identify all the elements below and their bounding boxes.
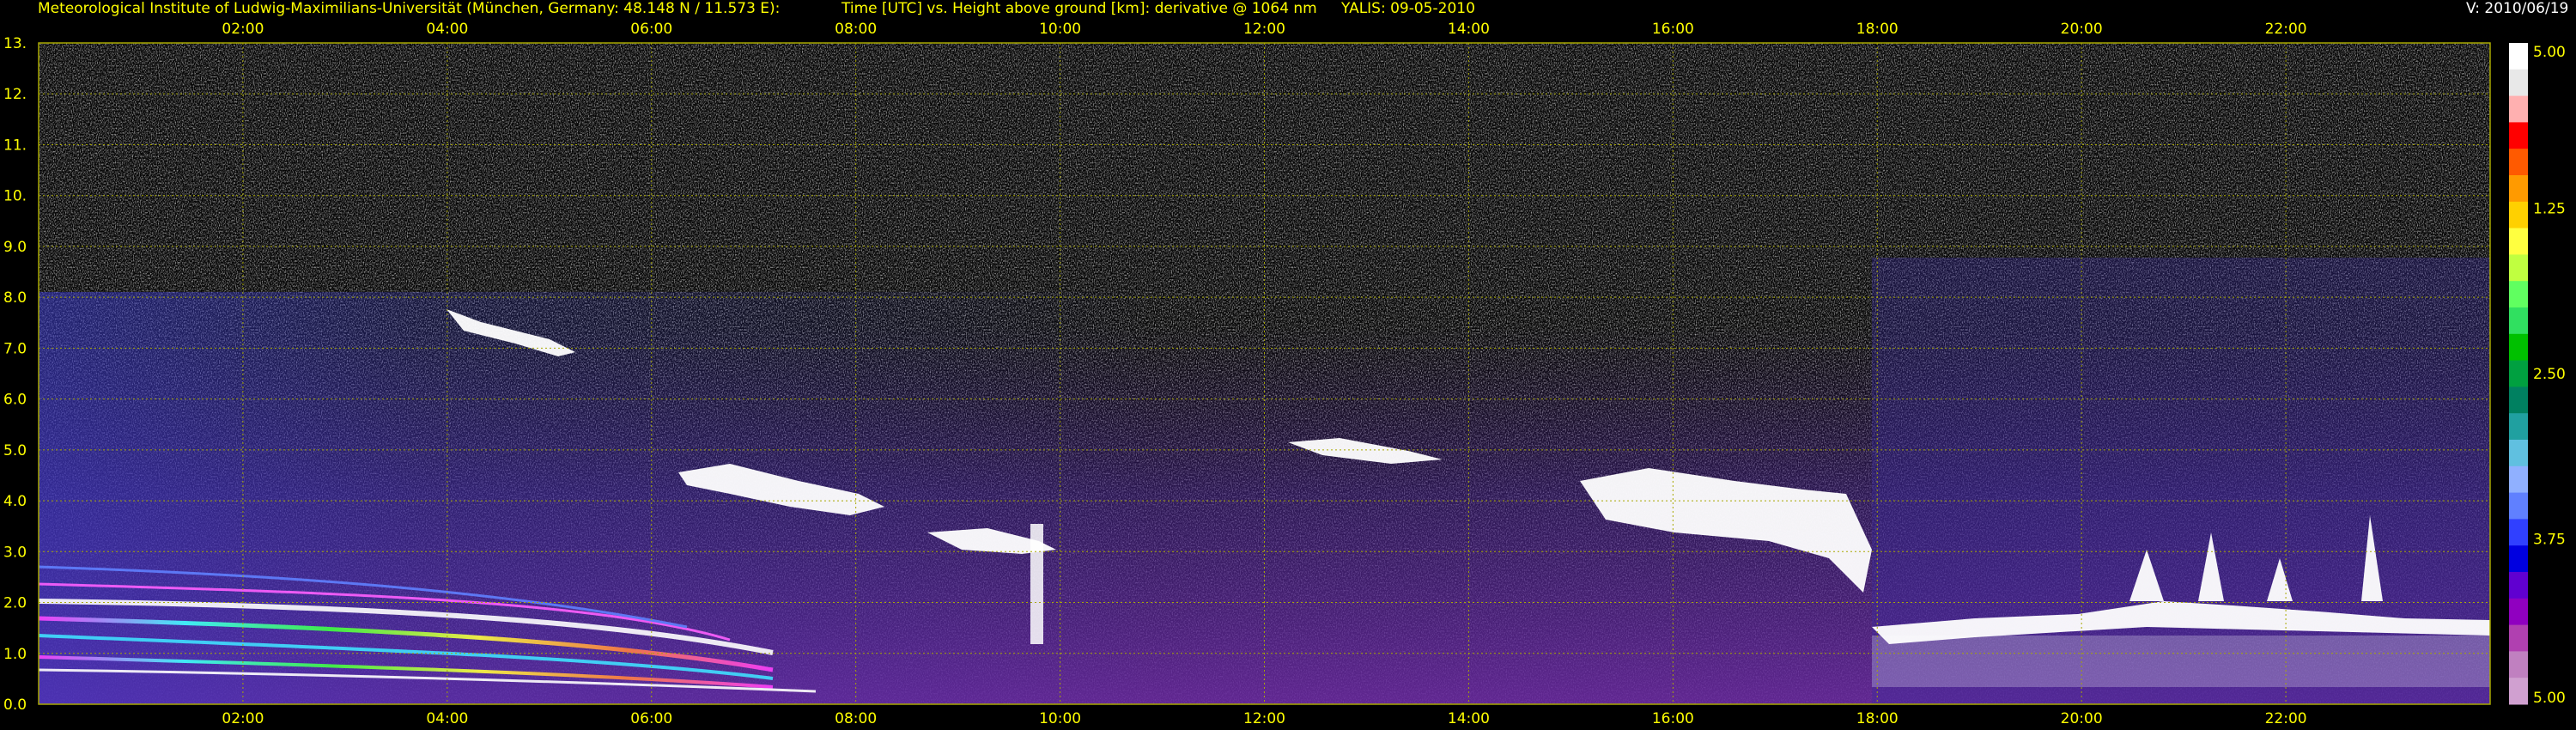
colorbar-segment bbox=[2509, 175, 2528, 203]
colorbar-segment bbox=[2509, 307, 2528, 335]
colorbar-segment bbox=[2509, 149, 2528, 176]
x-tick-label-bottom: 22:00 bbox=[2265, 710, 2307, 727]
y-tick-label: 6.0 bbox=[3, 392, 27, 409]
colorbar-segment bbox=[2509, 440, 2528, 467]
x-tick-label-top: 12:00 bbox=[1243, 21, 1285, 38]
colorbar-segment bbox=[2509, 386, 2528, 414]
x-tick-label-bottom: 16:00 bbox=[1652, 710, 1694, 727]
version-label: V: 2010/06/19 bbox=[2466, 0, 2569, 17]
colorbar bbox=[2509, 43, 2528, 705]
colorbar-segment bbox=[2509, 598, 2528, 626]
y-tick-label: 1.0 bbox=[3, 646, 27, 663]
x-axis-top: 02:00 04:00 06:00 08:00 10:00 12:00 14:00 16:00… bbox=[222, 21, 2306, 38]
y-tick-label: 9.0 bbox=[3, 239, 27, 256]
y-tick-label: 10. bbox=[3, 188, 27, 205]
colorbar-segment bbox=[2509, 69, 2528, 97]
colorbar-segment bbox=[2509, 254, 2528, 282]
y-tick-label: 8.0 bbox=[3, 289, 27, 307]
colorbar-segment bbox=[2509, 281, 2528, 308]
x-tick-label-top: 06:00 bbox=[630, 21, 672, 38]
instrument-date: YALIS: 09-05-2010 bbox=[1341, 0, 1475, 17]
colorbar-labels: 5.00 3.75 2.50 1.25 5.00 bbox=[2533, 44, 2566, 707]
x-tick-label-top: 02:00 bbox=[222, 21, 264, 38]
colorbar-segment bbox=[2509, 333, 2528, 362]
x-tick-label-bottom: 10:00 bbox=[1039, 710, 1081, 727]
y-tick-label: 5.0 bbox=[3, 442, 27, 459]
colorbar-segment bbox=[2509, 519, 2528, 546]
x-tick-label-bottom: 02:00 bbox=[222, 710, 264, 727]
colorbar-segment bbox=[2509, 95, 2528, 123]
colorbar-segment bbox=[2509, 413, 2528, 441]
colorbar-label: 5.00 bbox=[2533, 44, 2566, 61]
y-tick-label: 11. bbox=[3, 137, 27, 154]
y-tick-label: 0.0 bbox=[3, 697, 27, 714]
y-tick-label: 4.0 bbox=[3, 493, 27, 510]
colorbar-segment bbox=[2509, 651, 2528, 678]
colorbar-label: 5.00 bbox=[2533, 690, 2566, 707]
chart-title: Time [UTC] vs. Height above ground [km]:… bbox=[841, 0, 1317, 17]
colorbar-segment bbox=[2509, 360, 2528, 387]
x-tick-label-bottom: 20:00 bbox=[2061, 710, 2103, 727]
x-tick-label-top: 04:00 bbox=[426, 21, 468, 38]
colorbar-segment bbox=[2509, 465, 2528, 494]
x-tick-label-top: 22:00 bbox=[2265, 21, 2307, 38]
colorbar-label: 2.50 bbox=[2533, 366, 2566, 383]
x-axis-bottom: 02:00 04:00 06:00 08:00 10:00 12:00 14:00 16:00… bbox=[222, 710, 2306, 727]
lidar-chart: 02:00 04:00 06:00 08:00 10:00 12:00 14:00 16:00… bbox=[3, 21, 2566, 727]
x-tick-label-top: 18:00 bbox=[1856, 21, 1899, 38]
x-tick-label-bottom: 08:00 bbox=[835, 710, 877, 727]
colorbar-segment bbox=[2509, 43, 2528, 70]
x-tick-label-bottom: 12:00 bbox=[1243, 710, 1285, 727]
x-tick-label-bottom: 06:00 bbox=[630, 710, 672, 727]
colorbar-segment bbox=[2509, 201, 2528, 229]
colorbar-label: 3.75 bbox=[2533, 532, 2566, 549]
colorbar-segment bbox=[2509, 228, 2528, 255]
x-tick-label-top: 20:00 bbox=[2061, 21, 2103, 38]
y-tick-label: 3.0 bbox=[3, 544, 27, 561]
x-tick-label-bottom: 04:00 bbox=[426, 710, 468, 727]
x-tick-label-top: 08:00 bbox=[835, 21, 877, 38]
colorbar-segment bbox=[2509, 492, 2528, 520]
colorbar-segment bbox=[2509, 572, 2528, 599]
y-axis: 0.0 1.0 2.0 3.0 4.0 5.0 6.0 7.0 8.0 9.0 10. 11. 12. 1… bbox=[3, 35, 27, 714]
colorbar-segment bbox=[2509, 624, 2528, 652]
x-tick-label-top: 14:00 bbox=[1448, 21, 1490, 38]
x-tick-label-bottom: 14:00 bbox=[1448, 710, 1490, 727]
y-tick-label: 7.0 bbox=[3, 340, 27, 357]
y-tick-label: 12. bbox=[3, 86, 27, 103]
y-tick-label: 2.0 bbox=[3, 595, 27, 612]
colorbar-segment bbox=[2509, 678, 2528, 705]
colorbar-segment bbox=[2509, 545, 2528, 573]
x-tick-label-top: 10:00 bbox=[1039, 21, 1081, 38]
colorbar-label: 1.25 bbox=[2533, 201, 2566, 218]
x-tick-label-top: 16:00 bbox=[1652, 21, 1694, 38]
y-tick-label: 13. bbox=[3, 35, 27, 52]
colorbar-segment bbox=[2509, 122, 2528, 149]
institute-label: Meteorological Institute of Ludwig-Maxim… bbox=[38, 0, 781, 17]
x-tick-label-bottom: 18:00 bbox=[1856, 710, 1899, 727]
